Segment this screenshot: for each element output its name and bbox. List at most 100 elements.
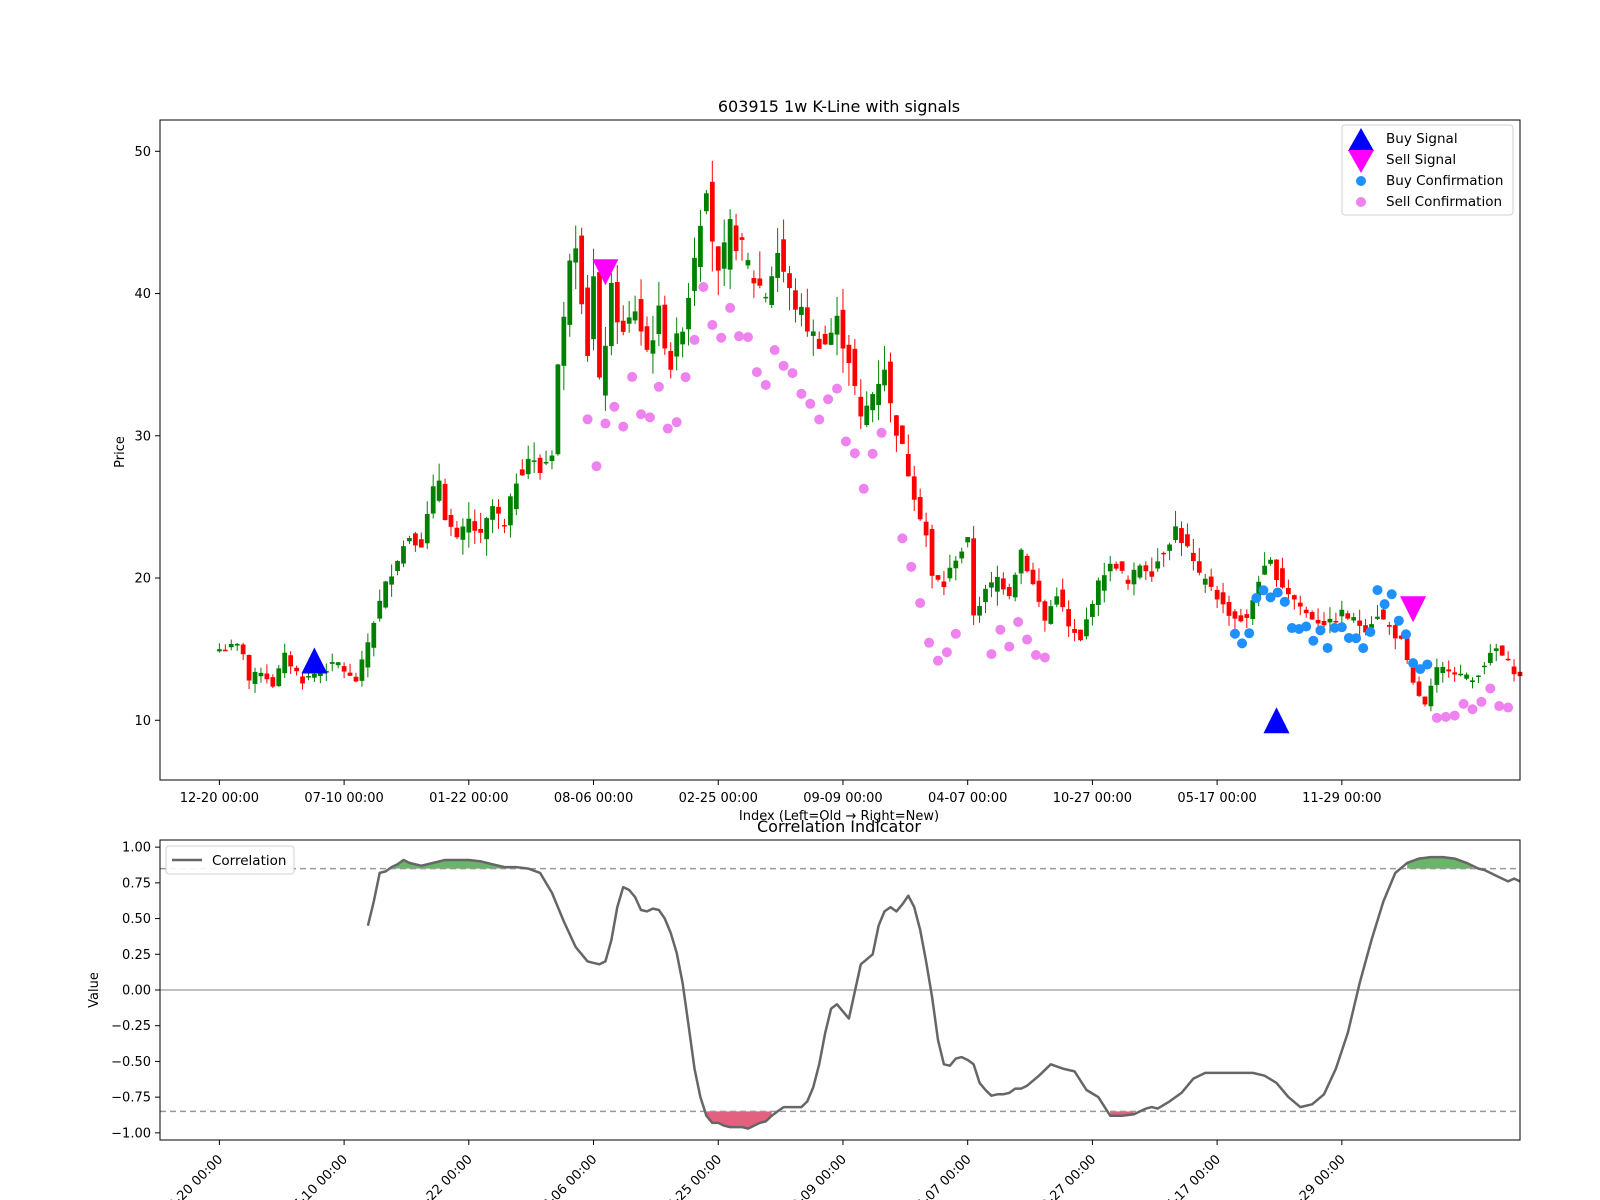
candle-body [519, 469, 525, 476]
candle-body [1505, 658, 1511, 661]
correlation-xtick-label: 02-25 00:00 [658, 1152, 725, 1200]
candle-body [1042, 601, 1048, 621]
candle-body [573, 248, 579, 263]
candle-body [1286, 587, 1291, 595]
correlation-legend: Correlation [165, 845, 295, 875]
sell-confirmation-dot [725, 302, 736, 313]
candle-body [983, 588, 988, 603]
candle [1137, 563, 1143, 580]
candle-body [757, 278, 763, 286]
candle-body [1048, 606, 1054, 624]
candle-body [502, 525, 507, 527]
candle-body [1440, 666, 1446, 674]
candle-body [733, 225, 739, 252]
correlation-xtick-label: 11-29 00:00 [1282, 1152, 1349, 1200]
candle [704, 189, 709, 215]
candle-body [1375, 616, 1380, 619]
candle-body [1464, 674, 1469, 679]
candle-body [638, 299, 644, 332]
candle-body [276, 668, 282, 687]
buy-confirmation-dot [1279, 596, 1290, 607]
candle-body [965, 537, 971, 543]
buy-confirmation-dot [1379, 599, 1390, 610]
candle [1499, 645, 1505, 656]
candle-body [1487, 652, 1493, 663]
correlation-xtick-label: 07-10 00:00 [284, 1152, 351, 1200]
candle-body [1381, 609, 1386, 620]
sell-confirmation-dot [876, 427, 887, 438]
candle-body [917, 496, 923, 520]
candle-body [359, 659, 365, 681]
correlation-x-axis: 12-20 00:00 07-10 00:00 01-22 00:00 08-06 0… [159, 1140, 1349, 1200]
candle-body [721, 242, 727, 269]
candle-body [947, 567, 953, 579]
candle-body [1428, 685, 1434, 707]
sell-confirmation-dot [600, 418, 611, 429]
kline-ytick-label: 10 [134, 714, 151, 729]
candle-body [436, 480, 442, 501]
candle-body [834, 315, 840, 335]
correlation-ytick-label: −1.00 [111, 1126, 151, 1141]
candle-body [537, 457, 543, 473]
candle-body [1333, 620, 1339, 623]
sell-confirmation-dot [618, 421, 629, 432]
candle-body [442, 483, 448, 521]
sell-confirmation-dot [1039, 652, 1050, 663]
candle-body [894, 415, 899, 436]
candle-body [1167, 544, 1172, 551]
sell-confirmation-dot [986, 649, 997, 660]
candle-body [1357, 620, 1363, 626]
sell-confirmation-dot [915, 598, 926, 609]
correlation-ytick-label: −0.50 [111, 1055, 151, 1070]
kline-xtick-label: 09-09 00:00 [803, 791, 882, 806]
candle-body [567, 260, 573, 325]
candle-body [424, 514, 430, 544]
candle-body [603, 345, 608, 396]
sell-confirmation-dot [941, 647, 952, 658]
candle-body [846, 344, 852, 364]
legend-buy-confirmation-marker [1356, 176, 1366, 186]
candle-body [656, 305, 662, 335]
candle-body [1060, 589, 1066, 608]
sell-confirmation-dot [1485, 683, 1496, 694]
kline-ytick-label: 50 [134, 145, 151, 160]
candle-body [294, 667, 299, 672]
candle-body [252, 671, 258, 684]
candle-body [828, 332, 834, 345]
sell-confirmation-dot [751, 367, 762, 378]
candle [555, 363, 561, 456]
candle-body [995, 576, 1000, 592]
correlation-title: Correlation Indicator [757, 817, 921, 836]
sell-confirmation-dot [653, 381, 664, 392]
candle-body [1493, 648, 1499, 652]
candle-body [264, 673, 270, 680]
sell-confirmation-dot [1458, 698, 1469, 709]
legend-buy-confirmation-label: Buy Confirmation [1386, 173, 1503, 189]
candle-body [377, 600, 383, 619]
sell-confirmation-dot [805, 398, 816, 409]
candle-body [816, 338, 822, 349]
candle-body [1179, 528, 1184, 543]
candle-body [1155, 561, 1161, 569]
candle-body [1250, 600, 1256, 620]
legend-sell-signal-label: Sell Signal [1386, 152, 1456, 168]
candle-body [1107, 563, 1113, 572]
candle-body [1303, 609, 1309, 614]
candle-body [888, 361, 893, 404]
candle-body [306, 676, 311, 678]
candle-body [1470, 680, 1475, 683]
candle-body [899, 425, 905, 444]
correlation-xtick-label: 10-27 00:00 [1032, 1152, 1099, 1200]
kline-xtick-label: 12-20 00:00 [180, 791, 259, 806]
candle-body [1481, 665, 1487, 668]
buy-confirmation-dot [1301, 621, 1312, 632]
sell-confirmation-dot [734, 331, 745, 342]
candle-body [1345, 613, 1351, 619]
candle-body [246, 654, 252, 681]
correlation-y-axis: 1.00 0.75 0.50 0.25 0.00 −0.25 −0.50 −0.75 −1.00 [111, 841, 160, 1141]
candle-body [288, 655, 294, 667]
candle-body [1321, 620, 1327, 626]
candle-body [1220, 592, 1226, 605]
candle-body [1511, 666, 1517, 675]
candle-body [704, 193, 709, 212]
